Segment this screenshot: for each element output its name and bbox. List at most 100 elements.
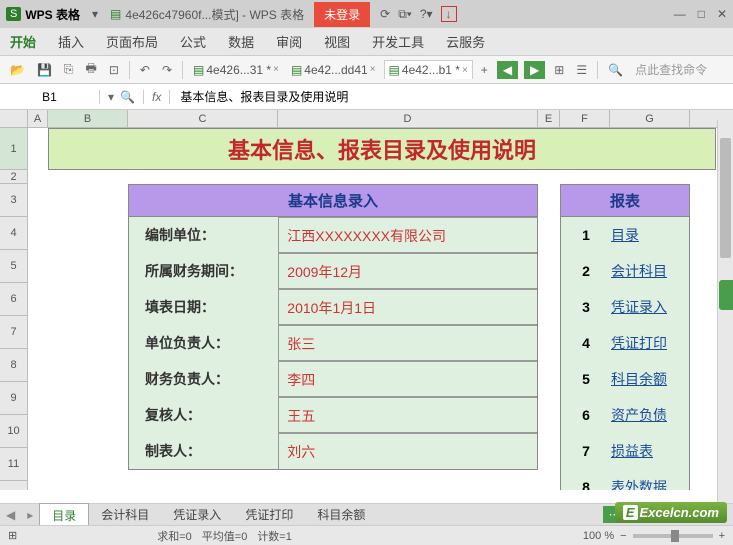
dir-link[interactable]: 资产负债 <box>611 405 667 425</box>
menu-cloud[interactable]: 云服务 <box>446 32 485 51</box>
grid-icon[interactable]: ⊞ <box>8 529 17 542</box>
add-tab-icon[interactable]: + <box>477 61 492 79</box>
menu-data[interactable]: 数据 <box>228 32 254 51</box>
menu-view[interactable]: 视图 <box>324 32 350 51</box>
dir-link[interactable]: 凭证录入 <box>611 297 667 317</box>
maximize-icon[interactable]: □ <box>698 7 705 21</box>
doc-tab-3[interactable]: ▤4e42...b1 *× <box>384 60 473 79</box>
sheet-tab[interactable]: 科目余额 <box>305 503 377 526</box>
undo-icon[interactable]: ↶ <box>136 61 154 79</box>
col-header[interactable]: C <box>128 110 278 127</box>
menu-dev[interactable]: 开发工具 <box>372 32 424 51</box>
zoom-level[interactable]: 100 % <box>583 530 614 542</box>
col-header[interactable]: D <box>278 110 538 127</box>
list-icon[interactable]: ☰ <box>572 61 591 79</box>
col-header[interactable]: E <box>538 110 560 127</box>
sheet-tab[interactable]: 凭证打印 <box>233 503 305 526</box>
menu-review[interactable]: 审阅 <box>276 32 302 51</box>
dir-row: 1目录 <box>561 217 689 253</box>
search-hint[interactable]: 点此查找命令 <box>635 61 707 78</box>
dir-link[interactable]: 损益表 <box>611 441 653 461</box>
redo-icon[interactable]: ↷ <box>158 61 176 79</box>
pin-icon[interactable]: ↓ <box>441 6 457 22</box>
close-icon[interactable]: ✕ <box>717 7 727 21</box>
sheet-tab[interactable]: 目录 <box>39 503 89 527</box>
dir-header[interactable]: 报表 <box>560 184 690 217</box>
sheet-nav-first-icon[interactable]: ◀ <box>0 508 21 522</box>
preview-icon[interactable]: ⊡ <box>105 61 123 79</box>
info-value[interactable]: 2009年12月 <box>278 253 537 289</box>
col-header[interactable]: F <box>560 110 610 127</box>
row-header[interactable]: 6 <box>0 283 27 316</box>
column-headers: A B C D E F G <box>0 110 733 128</box>
dir-number: 1 <box>561 227 611 243</box>
row-header[interactable]: 11 <box>0 448 27 481</box>
share-icon[interactable]: ⧉▾ <box>398 7 412 22</box>
row-header[interactable]: 1 <box>0 128 27 170</box>
doc-tab-2[interactable]: ▤4e42...dd41× <box>287 61 380 79</box>
save-icon[interactable]: 💾 <box>33 61 56 79</box>
window-icon[interactable]: ⊞ <box>550 61 568 79</box>
vertical-scrollbar[interactable] <box>717 120 733 507</box>
info-header[interactable]: 基本信息录入 <box>128 184 538 217</box>
formula-input[interactable]: 基本信息、报表目录及使用说明 <box>170 88 733 105</box>
dir-number: 3 <box>561 299 611 315</box>
zoom-slider[interactable] <box>633 534 713 538</box>
lookup-icon[interactable]: 🔍 <box>120 90 135 104</box>
row-header[interactable]: 2 <box>0 170 27 184</box>
info-row: 财务负责人：李四 <box>129 361 537 397</box>
info-value[interactable]: 2010年1月1日 <box>278 289 537 325</box>
zoom-in-icon[interactable]: + <box>719 530 725 542</box>
side-panel-toggle[interactable] <box>719 280 733 310</box>
col-header[interactable]: A <box>28 110 48 127</box>
sheet-tab[interactable]: 会计科目 <box>89 503 161 526</box>
row-header[interactable]: 3 <box>0 184 27 217</box>
print-icon[interactable]: 🖶 <box>82 57 101 82</box>
cells-grid[interactable]: 基本信息、报表目录及使用说明 基本信息录入 编制单位：江西XXXXXXXX有限公… <box>28 128 733 490</box>
export-icon[interactable]: ⎘ <box>60 60 78 79</box>
col-header[interactable]: G <box>610 110 690 127</box>
dir-link[interactable]: 目录 <box>611 225 639 245</box>
cell-reference[interactable]: B1 <box>0 90 100 104</box>
row-header[interactable]: 7 <box>0 316 27 349</box>
menu-start[interactable]: 开始 <box>10 32 36 51</box>
dropdown-icon[interactable]: ▾ <box>108 90 114 104</box>
info-value[interactable]: 刘六 <box>278 433 537 469</box>
app-dropdown-icon[interactable]: ▾ <box>84 7 106 21</box>
info-value[interactable]: 李四 <box>278 361 537 397</box>
sheet-nav-prev-icon[interactable]: ▸ <box>21 508 39 522</box>
dir-link[interactable]: 会计科目 <box>611 261 667 281</box>
menu-layout[interactable]: 页面布局 <box>106 32 158 51</box>
dir-link[interactable]: 凭证打印 <box>611 333 667 353</box>
help-icon[interactable]: ?▾ <box>420 7 433 21</box>
row-header[interactable]: 8 <box>0 349 27 382</box>
dir-link[interactable]: 科目余额 <box>611 369 667 389</box>
select-all-corner[interactable] <box>0 110 28 127</box>
zoom-out-icon[interactable]: − <box>620 530 626 542</box>
doc-tab-1[interactable]: ▤4e426...31 *× <box>189 61 283 79</box>
sheet-tab[interactable]: 凭证录入 <box>161 503 233 526</box>
row-header[interactable]: 4 <box>0 217 27 250</box>
row-header[interactable]: 9 <box>0 382 27 415</box>
info-value[interactable]: 张三 <box>278 325 537 361</box>
info-row: 复核人：王五 <box>129 397 537 433</box>
info-value[interactable]: 江西XXXXXXXX有限公司 <box>278 217 537 253</box>
title-cell[interactable]: 基本信息、报表目录及使用说明 <box>48 128 716 170</box>
info-row: 制表人：刘六 <box>129 433 537 469</box>
sync-icon[interactable]: ⟳ <box>380 7 390 21</box>
open-icon[interactable]: 📂 <box>6 61 29 79</box>
dir-link[interactable]: 表外数据 <box>611 477 667 490</box>
nav-next-button[interactable]: ▶ <box>524 61 545 79</box>
login-button[interactable]: 未登录 <box>314 2 370 27</box>
menu-formula[interactable]: 公式 <box>180 32 206 51</box>
nav-prev-button[interactable]: ◀ <box>497 61 518 79</box>
row-header[interactable]: 10 <box>0 415 27 448</box>
col-header[interactable]: B <box>48 110 128 127</box>
row-header[interactable]: 5 <box>0 250 27 283</box>
search-icon[interactable]: 🔍 <box>604 61 627 79</box>
dir-number: 5 <box>561 371 611 387</box>
fx-label[interactable]: fx <box>144 90 170 104</box>
minimize-icon[interactable]: — <box>674 7 686 21</box>
info-value[interactable]: 王五 <box>278 397 537 433</box>
menu-insert[interactable]: 插入 <box>58 32 84 51</box>
